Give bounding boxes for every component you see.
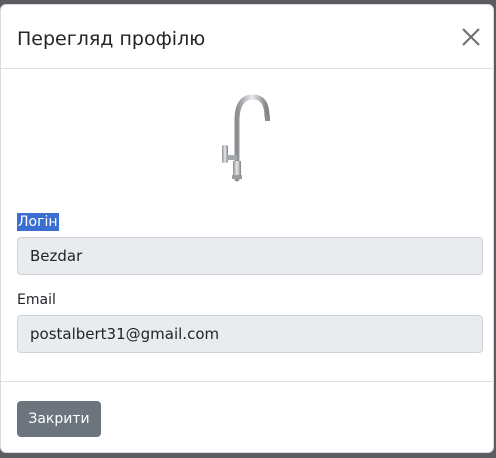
close-button[interactable]: [459, 25, 483, 49]
close-icon: [462, 28, 480, 46]
backdrop-strip: [0, 453, 496, 458]
modal-title: Перегляд профілю: [17, 28, 206, 50]
close-footer-button[interactable]: Закрити: [17, 401, 101, 437]
modal-header: Перегляд профілю: [1, 5, 493, 69]
login-field[interactable]: Bezdar: [17, 237, 483, 275]
modal-body: Логін Bezdar Email postalbert31@gmail.co…: [1, 69, 493, 381]
login-label: Логін: [17, 213, 59, 231]
profile-modal: Перегляд профілю Логін Bezdar Email post…: [0, 4, 494, 453]
email-label: Email: [17, 292, 56, 308]
modal-footer: Закрити: [1, 381, 493, 452]
faucet-image: [222, 94, 270, 182]
email-field[interactable]: postalbert31@gmail.com: [17, 315, 483, 353]
